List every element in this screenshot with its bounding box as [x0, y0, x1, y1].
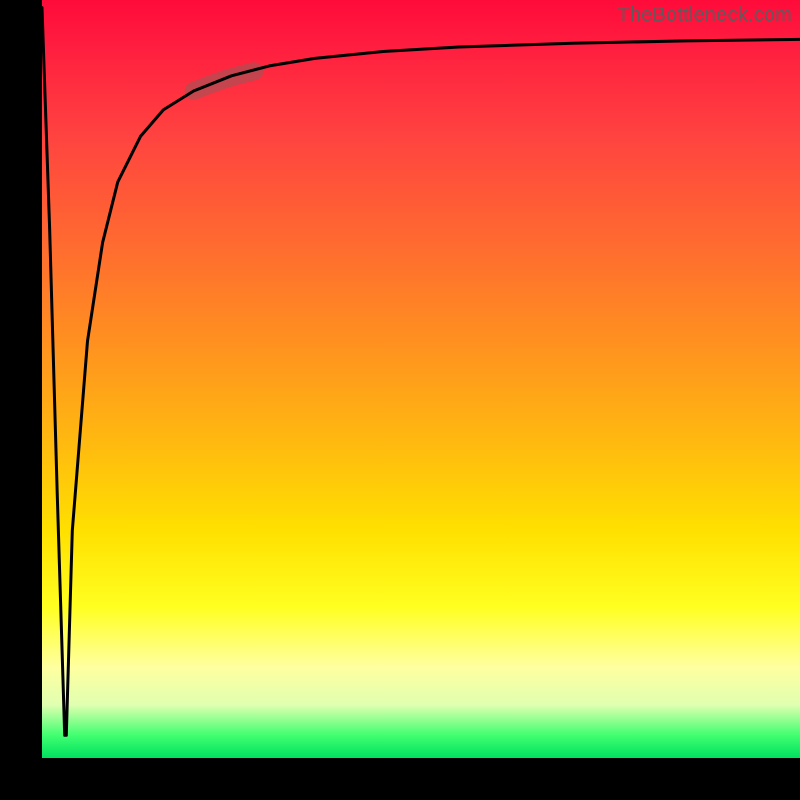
bottleneck-curve: [42, 8, 800, 736]
axis-frame-left: [0, 0, 42, 800]
chart-stage: TheBottleneck.com: [0, 0, 800, 800]
plot-area: TheBottleneck.com: [42, 0, 800, 758]
curve-layer: [42, 0, 800, 758]
axis-frame-bottom: [0, 758, 800, 800]
